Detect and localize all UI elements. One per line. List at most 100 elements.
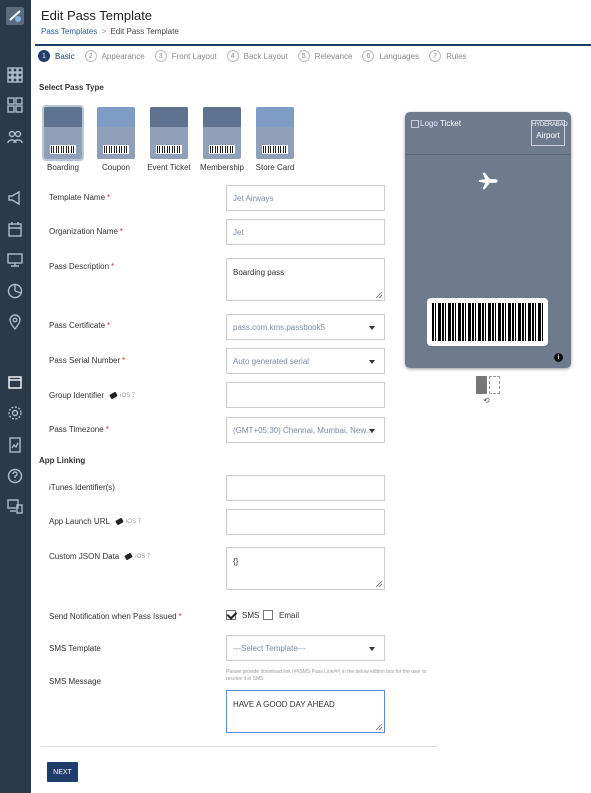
info-icon[interactable]: i — [554, 353, 563, 362]
field-label: Pass Serial Number — [49, 356, 121, 365]
template-name-input[interactable]: Jet Airways — [226, 185, 385, 211]
dashboard-icon[interactable] — [6, 96, 24, 114]
chevron-down-icon — [369, 360, 375, 364]
step-label: Rules — [446, 51, 467, 61]
itunes-identifiers-input[interactable] — [226, 475, 385, 501]
gear-icon[interactable] — [6, 404, 24, 422]
step-number: 7 — [429, 50, 442, 62]
destination-label: Airport — [536, 131, 560, 140]
pass-template-icon[interactable] — [6, 373, 24, 391]
front-side-icon — [476, 376, 487, 394]
ios7-badge: iOS 7 — [124, 552, 151, 561]
pass-type-boarding[interactable]: Boarding — [37, 105, 89, 172]
step-rules[interactable]: 7 Rules — [429, 50, 467, 62]
resize-handle[interactable] — [376, 581, 382, 587]
ios7-badge: iOS 7 — [109, 391, 136, 400]
pass-type-thumbnail — [256, 107, 294, 159]
rotate-icon[interactable]: ⟲ — [483, 396, 490, 405]
sms-checkbox[interactable]: SMS — [226, 610, 259, 620]
users-icon[interactable] — [6, 128, 24, 146]
email-checkbox[interactable]: Email — [263, 610, 299, 620]
sidebar — [0, 0, 31, 793]
pass-type-thumbnail — [203, 107, 241, 159]
resize-handle[interactable] — [376, 292, 382, 298]
devices-icon[interactable] — [6, 497, 24, 515]
step-number: 3 — [154, 50, 167, 62]
page-title: Edit Pass Template — [41, 8, 153, 23]
step-front-layout[interactable]: 3 Front Layout — [154, 50, 217, 62]
pass-timezone-label: Pass Timezone * — [49, 425, 109, 434]
step-number: 5 — [297, 50, 310, 62]
custom-json-data-textarea[interactable]: {} — [226, 547, 385, 590]
field-label: App Launch URL — [49, 517, 110, 526]
field-label: Organization Name — [49, 227, 118, 236]
pass-description-textarea[interactable]: Boarding pass — [226, 258, 385, 301]
sms-message-textarea[interactable]: HAVE A GOOD DAY AHEAD — [226, 690, 385, 733]
sms-label: SMS — [242, 610, 260, 620]
resize-handle[interactable] — [376, 724, 382, 730]
select-value: (GMT+05:30) Chennai, Mumbai, New... — [233, 425, 373, 435]
field-label: SMS Message — [49, 677, 102, 686]
chevron-down-icon — [369, 647, 375, 651]
step-relevance[interactable]: 5 Relevance — [297, 50, 352, 62]
pass-serial-number-select[interactable]: Auto generated serial — [226, 348, 385, 374]
pass-type-event-ticket[interactable]: Event Ticket — [143, 107, 195, 172]
step-languages[interactable]: 6 Languages — [362, 50, 419, 62]
megaphone-icon[interactable] — [6, 189, 24, 207]
ios7-badge-text: iOS 7 — [125, 518, 141, 525]
ios7-badge-text: iOS 7 — [135, 553, 151, 560]
pass-certificate-select[interactable]: pass.com.kms.passbook5 — [226, 314, 385, 340]
location-pin-icon[interactable] — [6, 313, 24, 331]
field-label: Template Name — [49, 193, 106, 202]
pass-logo-alt: Logo — [420, 119, 438, 128]
sms-message-hint: Please provide download link (##SMS Pass… — [226, 669, 427, 682]
pass-preview: Logo Ticket HYDERABAD Airport i — [405, 112, 571, 368]
field-label: Custom JSON Data — [49, 552, 120, 561]
pass-timezone-select[interactable]: (GMT+05:30) Chennai, Mumbai, New... — [226, 417, 385, 443]
breadcrumb-separator: > — [101, 27, 107, 36]
app-logo-icon[interactable] — [5, 6, 25, 26]
select-value: pass.com.kms.passbook5 — [233, 322, 326, 332]
step-back-layout[interactable]: 4 Back Layout — [226, 50, 288, 62]
sms-template-label: SMS Template — [49, 644, 101, 653]
step-basic[interactable]: 1 Basic — [38, 50, 75, 62]
pass-destination: HYDERABAD Airport — [531, 120, 568, 146]
pass-certificate-label: Pass Certificate * — [49, 321, 111, 330]
report-icon[interactable] — [6, 436, 24, 454]
step-label: Languages — [379, 51, 420, 61]
organization-name-input[interactable]: Jet — [226, 219, 385, 245]
select-pass-type-heading: Select Pass Type — [39, 83, 104, 92]
flip-pass-toggle[interactable] — [476, 376, 500, 394]
breadcrumb-current: Edit Pass Template — [110, 27, 179, 36]
pass-type-thumbnail — [42, 105, 84, 161]
checkbox-unchecked[interactable] — [263, 610, 273, 620]
steps-divider — [35, 44, 591, 46]
ios7-badge-text: iOS 7 — [120, 392, 136, 399]
tag-icon — [115, 517, 124, 526]
textarea-value: HAVE A GOOD DAY AHEAD — [233, 700, 335, 709]
grid-icon[interactable] — [6, 66, 24, 84]
pass-type-coupon[interactable]: Coupon — [90, 107, 142, 172]
sms-template-select[interactable]: ---Select Template--- — [226, 635, 385, 661]
pass-type-thumbnail — [97, 107, 135, 159]
field-label: Pass Timezone — [49, 425, 104, 434]
next-button[interactable]: NEXT — [47, 762, 78, 782]
pass-type-label: Membership — [199, 163, 244, 172]
breadcrumb-pass-templates[interactable]: Pass Templates — [41, 27, 97, 36]
group-identifier-input[interactable] — [226, 382, 385, 408]
pass-type-store-card[interactable]: Store Card — [249, 107, 301, 172]
help-icon[interactable] — [6, 467, 24, 485]
calendar-icon[interactable] — [6, 220, 24, 238]
pie-chart-icon[interactable] — [6, 282, 24, 300]
pass-type-list: Boarding Coupon Event Ticket Membership … — [37, 105, 302, 172]
pass-type-label: Coupon — [101, 163, 131, 172]
monitor-icon[interactable] — [6, 251, 24, 269]
barcode-pattern — [432, 303, 543, 341]
app-launch-url-input[interactable] — [226, 509, 385, 535]
step-number: 2 — [84, 50, 97, 62]
checkbox-checked[interactable] — [226, 610, 236, 620]
main-content: Edit Pass Template Pass Templates > Edit… — [31, 0, 591, 793]
pass-type-membership[interactable]: Membership — [196, 107, 248, 172]
step-appearance[interactable]: 2 Appearance — [84, 50, 145, 62]
step-label: Back Layout — [243, 51, 288, 61]
